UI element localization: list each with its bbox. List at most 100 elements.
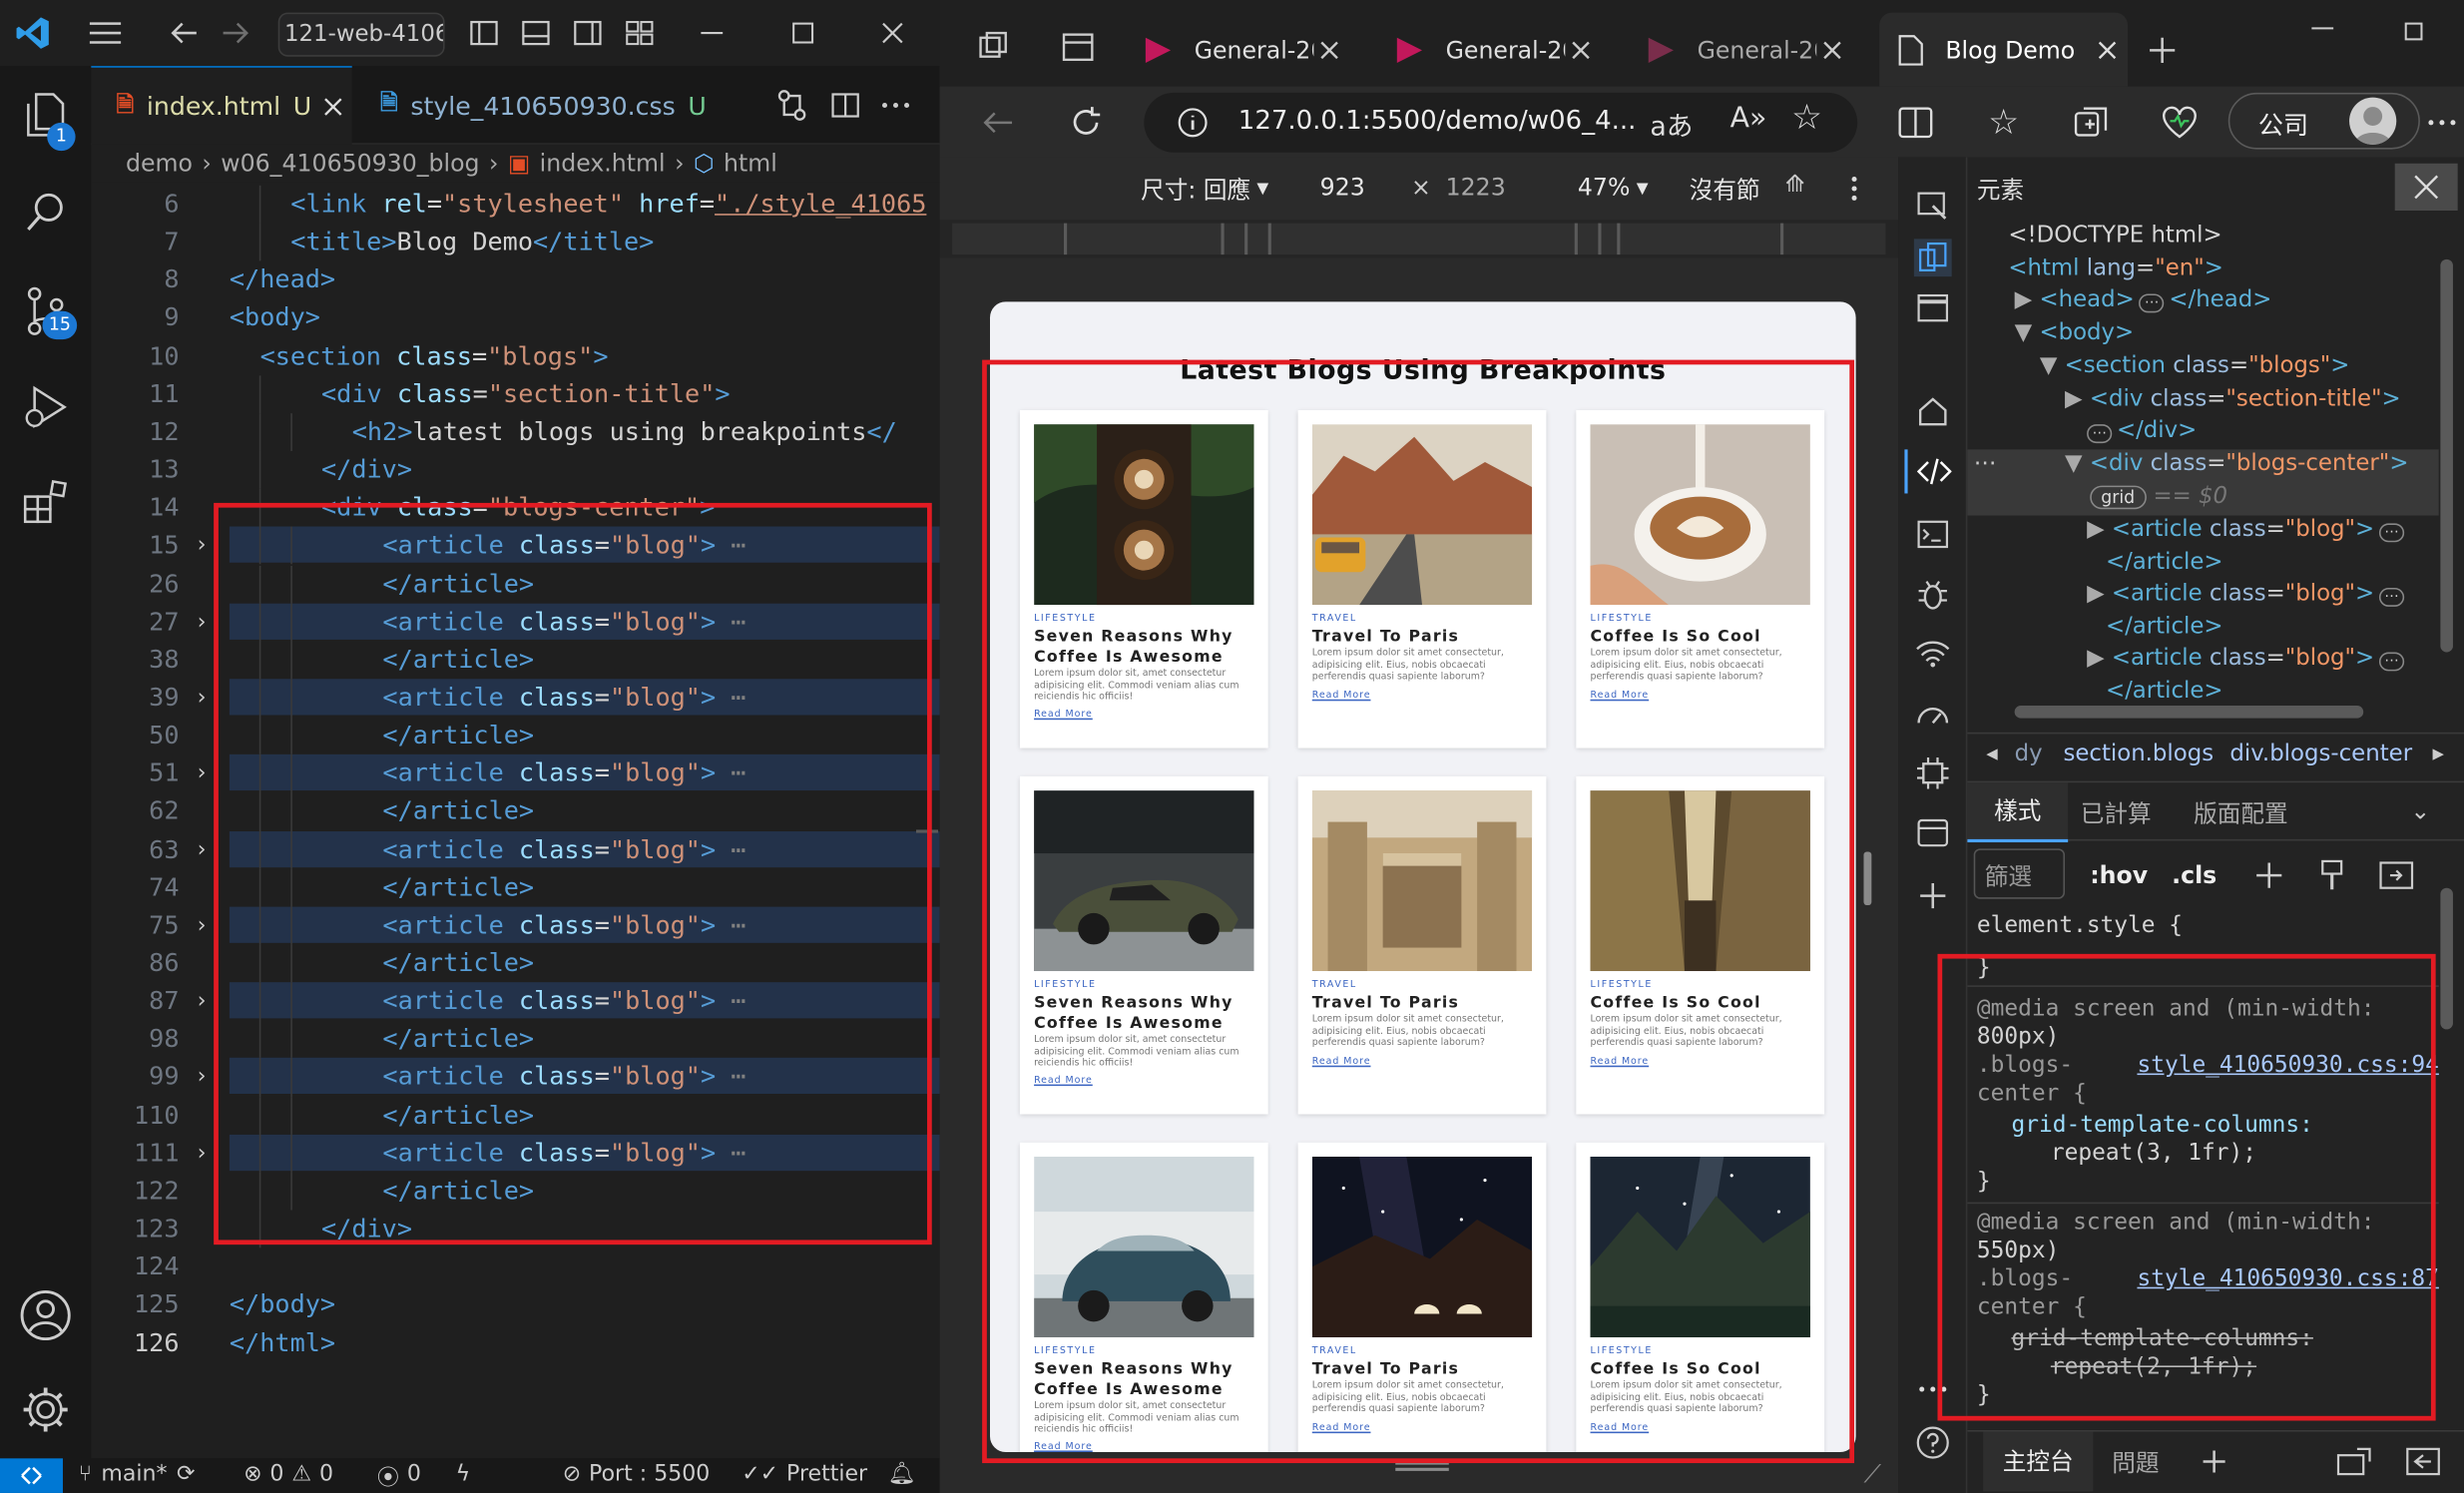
fold-chevron-icon[interactable]: ›: [195, 1141, 208, 1166]
close-devtools-icon[interactable]: [2394, 163, 2458, 212]
fold-chevron-icon[interactable]: ›: [195, 1065, 208, 1090]
sources-bug-icon[interactable]: [1914, 575, 1952, 613]
help-icon[interactable]: [1914, 1424, 1952, 1462]
dom-body[interactable]: ▼ <body>: [2015, 320, 2135, 345]
read-aloud-icon[interactable]: A»: [1730, 102, 1767, 135]
node-actions-icon[interactable]: ⋯: [1974, 451, 1997, 476]
toggle-panel-icon[interactable]: [519, 16, 554, 51]
dom-tree[interactable]: <!DOCTYPE html> <html lang="en"> ▶ <head…: [1967, 220, 2439, 700]
console-tool-icon[interactable]: [1914, 516, 1952, 554]
problems-item[interactable]: ⊗ 0 ⚠ 0: [244, 1461, 333, 1486]
dom-blogs-center[interactable]: ▼ <div class="blogs-center">: [2065, 451, 2408, 476]
tab-console[interactable]: 主控台: [1983, 1431, 2094, 1492]
branch-item[interactable]: ⑂ main* ⟳: [79, 1461, 196, 1486]
dom-head[interactable]: ▶ <head> ⋯ </head>: [2015, 287, 2271, 313]
favorites-icon[interactable]: ☆: [1983, 102, 2024, 143]
memory-chip-icon[interactable]: [1914, 754, 1952, 792]
dom-article[interactable]: ▶ <article class="blog"> ⋯: [2087, 517, 2405, 543]
crumb-section[interactable]: section.blogs: [2063, 742, 2214, 766]
code-line[interactable]: </div>: [321, 454, 412, 484]
code-line[interactable]: </head>: [230, 264, 335, 294]
accounts-icon[interactable]: [16, 1285, 76, 1345]
fold-chevron-icon[interactable]: ›: [195, 913, 208, 938]
close-tab-icon[interactable]: [2097, 40, 2116, 59]
welcome-home-icon[interactable]: [1914, 393, 1952, 431]
rotate-icon[interactable]: ⟰: [1785, 170, 1805, 198]
menu-icon[interactable]: [85, 16, 126, 51]
fold-chevron-icon[interactable]: ›: [195, 609, 208, 634]
more-actions-icon[interactable]: [877, 88, 915, 123]
new-tab-icon[interactable]: [2144, 31, 2182, 69]
code-line[interactable]: </html>: [230, 1327, 335, 1357]
zoom-dropdown[interactable]: 47% ▾: [1578, 173, 1649, 201]
breadcrumb-item[interactable]: demo: [126, 150, 193, 178]
element-style-rule[interactable]: element.style {: [1977, 913, 2183, 938]
crumb-div[interactable]: div.blogs-center: [2229, 742, 2412, 766]
minimize-icon[interactable]: [692, 16, 733, 51]
address-bar[interactable]: 127.0.0.1:5500/demo/w06_4... aあ A» ☆: [1144, 92, 1858, 153]
dom-vertical-scrollbar[interactable]: [2439, 228, 2455, 692]
customize-layout-icon[interactable]: [623, 16, 658, 51]
dom-section[interactable]: ▼ <section class="blogs">: [2040, 353, 2350, 378]
code-line[interactable]: <title>Blog Demo</title>: [290, 227, 654, 256]
cls-toggle[interactable]: .cls: [2172, 861, 2217, 889]
split-screen-icon[interactable]: [1895, 102, 1936, 143]
browser-tab-active[interactable]: Blog Demo: [1879, 12, 2129, 87]
split-editor-icon[interactable]: [826, 88, 864, 123]
dom-html[interactable]: <html lang="en">: [2008, 256, 2223, 281]
notifications-bell-icon[interactable]: 🔔︎: [888, 1461, 916, 1486]
resize-corner-icon[interactable]: ⟋: [1863, 1458, 1881, 1489]
code-line[interactable]: </body>: [230, 1289, 335, 1319]
browser-essentials-icon[interactable]: [2160, 102, 2201, 143]
paint-brush-icon[interactable]: [2313, 855, 2351, 896]
tab-actions-icon[interactable]: [1059, 28, 1097, 66]
toggle-drawer-icon[interactable]: [1914, 289, 1952, 327]
prettier-item[interactable]: ✓✓ Prettier: [741, 1461, 867, 1486]
more-options-icon[interactable]: [1845, 173, 1864, 204]
dock-drawer-icon[interactable]: [2335, 1444, 2373, 1479]
grid-badge[interactable]: grid: [2090, 485, 2147, 510]
dom-article-close[interactable]: </article>: [2106, 679, 2223, 699]
application-panel-icon[interactable]: [1914, 814, 1952, 852]
throttle-dropdown[interactable]: 沒有節: [1690, 173, 1760, 206]
code-line[interactable]: <body>: [230, 302, 320, 332]
tab-computed[interactable]: 已計算: [2081, 796, 2152, 829]
tab-styles[interactable]: 樣式: [1967, 782, 2069, 843]
toggle-primary-sidebar-icon[interactable]: [467, 16, 502, 51]
extensions-icon[interactable]: [19, 475, 73, 529]
reload-icon[interactable]: [1066, 102, 1107, 143]
settings-more-icon[interactable]: [2423, 102, 2461, 143]
collections-icon[interactable]: [2071, 102, 2112, 143]
browser-tab[interactable]: General-20: [1644, 13, 1879, 87]
height-input[interactable]: 1223: [1446, 173, 1506, 201]
close-tab-icon[interactable]: [1320, 40, 1339, 59]
fold-chevron-icon[interactable]: ›: [195, 533, 208, 558]
performance-gauge-icon[interactable]: [1914, 695, 1952, 733]
dom-section-title-close[interactable]: ⋯ </div>: [2087, 418, 2197, 444]
maximize-icon[interactable]: [782, 16, 823, 51]
network-wifi-icon[interactable]: [1914, 635, 1952, 673]
manage-gear-icon[interactable]: [16, 1380, 76, 1440]
fold-chevron-icon[interactable]: ›: [195, 761, 208, 786]
more-tools-plus-icon[interactable]: [1914, 877, 1952, 915]
code-line[interactable]: <h2>latest blogs using breakpoints</: [352, 416, 897, 446]
hov-toggle[interactable]: :hov: [2090, 861, 2148, 889]
tab-layout[interactable]: 版面配置: [2194, 796, 2288, 829]
info-icon[interactable]: [1176, 106, 1211, 141]
code-line[interactable]: <link rel="stylesheet" href="./style_410…: [290, 189, 926, 219]
dom-article[interactable]: ▶ <article class="blog"> ⋯: [2087, 582, 2405, 607]
add-drawer-tab-icon[interactable]: [2197, 1444, 2231, 1479]
breadcrumb-item[interactable]: html: [724, 150, 777, 178]
forward-arrow-icon[interactable]: [219, 16, 253, 51]
styles-scrollbar[interactable]: [2439, 856, 2455, 1406]
caret-right-icon[interactable]: ▸: [2432, 742, 2443, 766]
close-tab-icon[interactable]: [1823, 40, 1842, 59]
dom-horizontal-scrollbar[interactable]: [1983, 704, 2431, 720]
tab-issues[interactable]: 問題: [2112, 1446, 2159, 1479]
translate-icon[interactable]: aあ: [1650, 104, 1693, 143]
breadcrumb-item[interactable]: index.html: [540, 150, 666, 178]
width-input[interactable]: 923: [1320, 173, 1365, 201]
search-icon[interactable]: [19, 186, 73, 240]
caret-left-icon[interactable]: ◂: [1986, 742, 1997, 766]
dimension-dropdown[interactable]: 尺寸: 回應 ▾: [1141, 173, 1268, 206]
